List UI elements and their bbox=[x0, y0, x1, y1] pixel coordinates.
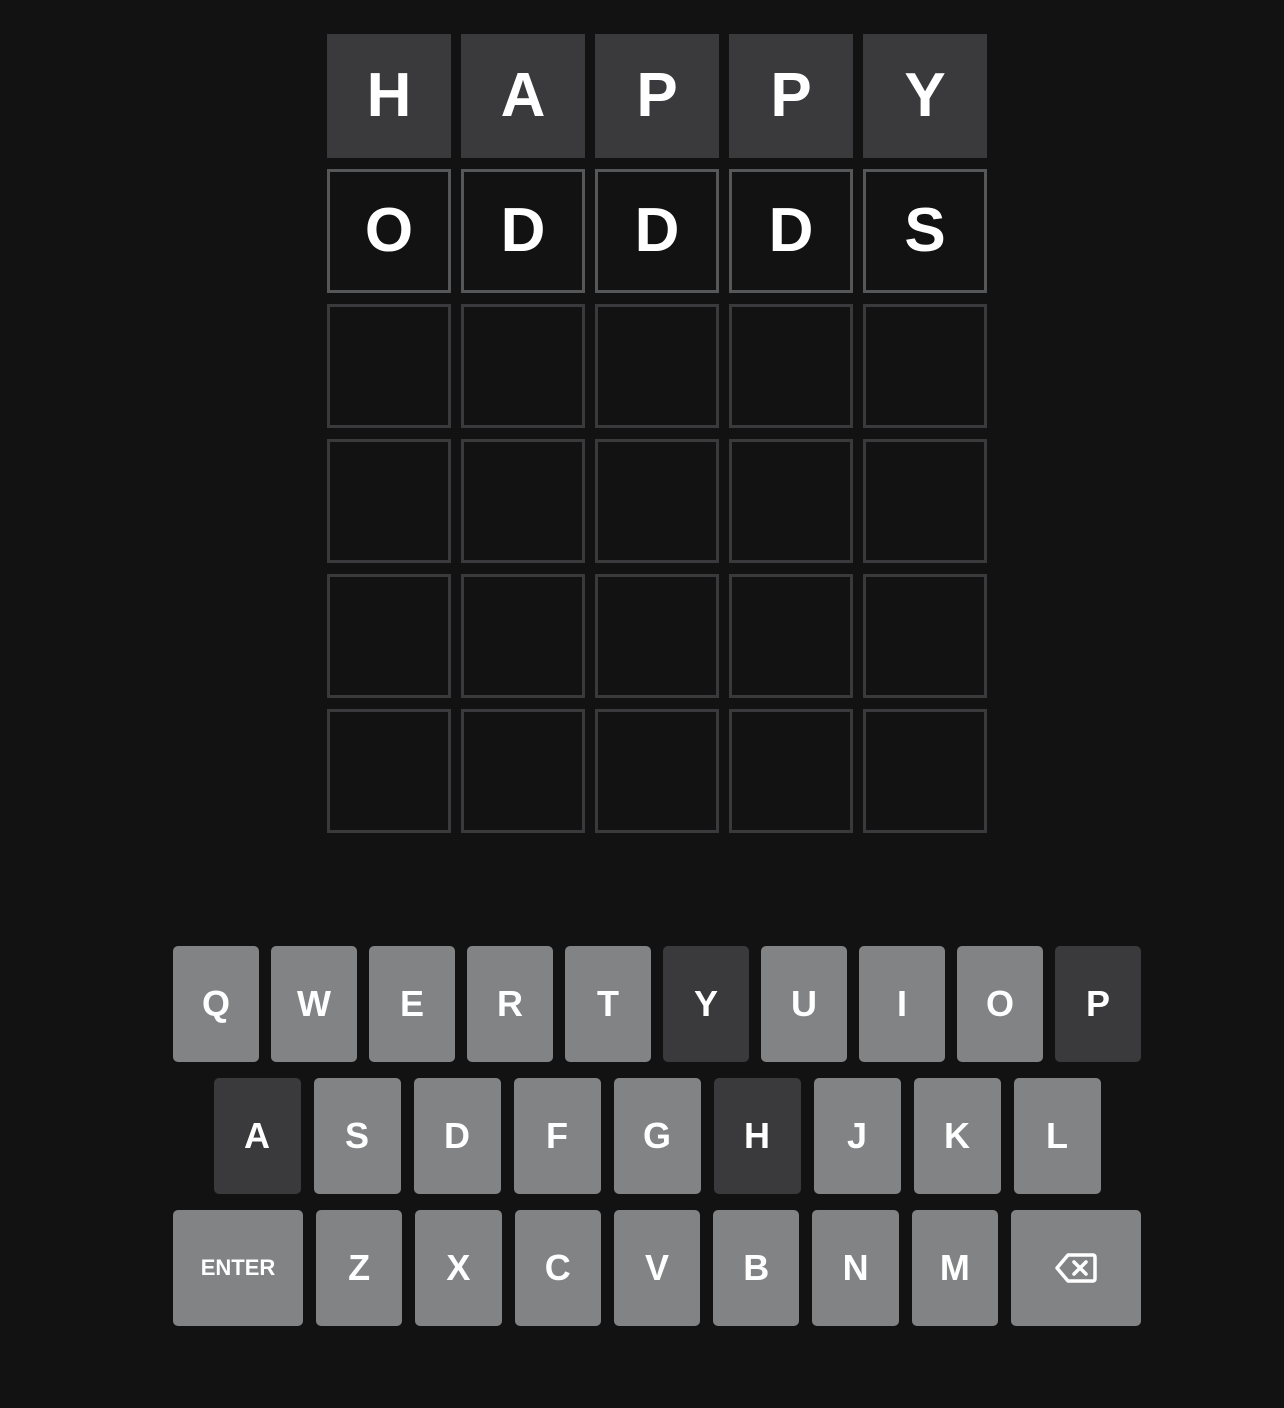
tile-r2-c5: S bbox=[863, 169, 987, 293]
tile-r6-c1 bbox=[327, 709, 451, 833]
key-q[interactable]: Q bbox=[173, 946, 259, 1062]
tile-r4-c3 bbox=[595, 439, 719, 563]
key-x[interactable]: X bbox=[415, 1210, 502, 1326]
key-l[interactable]: L bbox=[1013, 1078, 1101, 1194]
key-g[interactable]: G bbox=[613, 1078, 701, 1194]
backspace-icon bbox=[1055, 1253, 1097, 1283]
key-u[interactable]: U bbox=[761, 946, 847, 1062]
tile-r1-c2: A bbox=[461, 34, 585, 158]
tile-r1-c1: H bbox=[327, 34, 451, 158]
key-j[interactable]: J bbox=[813, 1078, 901, 1194]
key-f[interactable]: F bbox=[513, 1078, 601, 1194]
tile-r6-c5 bbox=[863, 709, 987, 833]
tile-r4-c5 bbox=[863, 439, 987, 563]
tile-r4-c4 bbox=[729, 439, 853, 563]
enter-key[interactable]: ENTER bbox=[173, 1210, 303, 1326]
key-e[interactable]: E bbox=[369, 946, 455, 1062]
key-m[interactable]: M bbox=[911, 1210, 999, 1326]
tile-r6-c4 bbox=[729, 709, 853, 833]
key-v[interactable]: V bbox=[613, 1210, 701, 1326]
tile-r2-c2: D bbox=[461, 169, 585, 293]
backspace-key[interactable] bbox=[1011, 1210, 1141, 1326]
key-y[interactable]: Y bbox=[663, 946, 749, 1062]
tile-r5-c1 bbox=[327, 574, 451, 698]
tile-r2-c3: D bbox=[595, 169, 719, 293]
key-d[interactable]: D bbox=[413, 1078, 501, 1194]
on-screen-keyboard: Q W E R T Y U I O P A S D F G H J K L ENTER Z X C V B N M bbox=[173, 946, 1141, 1342]
key-k[interactable]: K bbox=[913, 1078, 1001, 1194]
tile-r3-c2 bbox=[461, 304, 585, 428]
game-board: HAPPYODDDS bbox=[327, 34, 987, 833]
tile-r2-c1: O bbox=[327, 169, 451, 293]
tile-r1-c4: P bbox=[729, 34, 853, 158]
key-s[interactable]: S bbox=[313, 1078, 401, 1194]
tile-r5-c5 bbox=[863, 574, 987, 698]
wordle-game: HAPPYODDDS Q W E R T Y U I O P A S D F G H J K L ENTER Z X C V B… bbox=[0, 0, 1284, 1408]
key-z[interactable]: Z bbox=[315, 1210, 403, 1326]
tile-r3-c4 bbox=[729, 304, 853, 428]
tile-r6-c2 bbox=[461, 709, 585, 833]
key-i[interactable]: I bbox=[859, 946, 945, 1062]
key-a[interactable]: A bbox=[213, 1078, 301, 1194]
tile-r5-c2 bbox=[461, 574, 585, 698]
tile-r3-c1 bbox=[327, 304, 451, 428]
key-r[interactable]: R bbox=[467, 946, 553, 1062]
tile-r6-c3 bbox=[595, 709, 719, 833]
tile-r1-c3: P bbox=[595, 34, 719, 158]
tile-r2-c4: D bbox=[729, 169, 853, 293]
keyboard-row-3: ENTER Z X C V B N M bbox=[173, 1210, 1141, 1326]
key-o[interactable]: O bbox=[957, 946, 1043, 1062]
tile-r3-c3 bbox=[595, 304, 719, 428]
key-w[interactable]: W bbox=[271, 946, 357, 1062]
tile-r3-c5 bbox=[863, 304, 987, 428]
key-n[interactable]: N bbox=[812, 1210, 899, 1326]
tile-r1-c5: Y bbox=[863, 34, 987, 158]
tile-r4-c1 bbox=[327, 439, 451, 563]
key-p[interactable]: P bbox=[1055, 946, 1141, 1062]
keyboard-row-2: ASDFGHJKL bbox=[173, 1078, 1141, 1194]
tile-r5-c3 bbox=[595, 574, 719, 698]
key-h[interactable]: H bbox=[713, 1078, 801, 1194]
key-t[interactable]: T bbox=[565, 946, 651, 1062]
key-c[interactable]: C bbox=[514, 1210, 601, 1326]
tile-r4-c2 bbox=[461, 439, 585, 563]
tile-r5-c4 bbox=[729, 574, 853, 698]
keyboard-row-1: QWERTYUIOP bbox=[173, 946, 1141, 1062]
key-b[interactable]: B bbox=[713, 1210, 800, 1326]
